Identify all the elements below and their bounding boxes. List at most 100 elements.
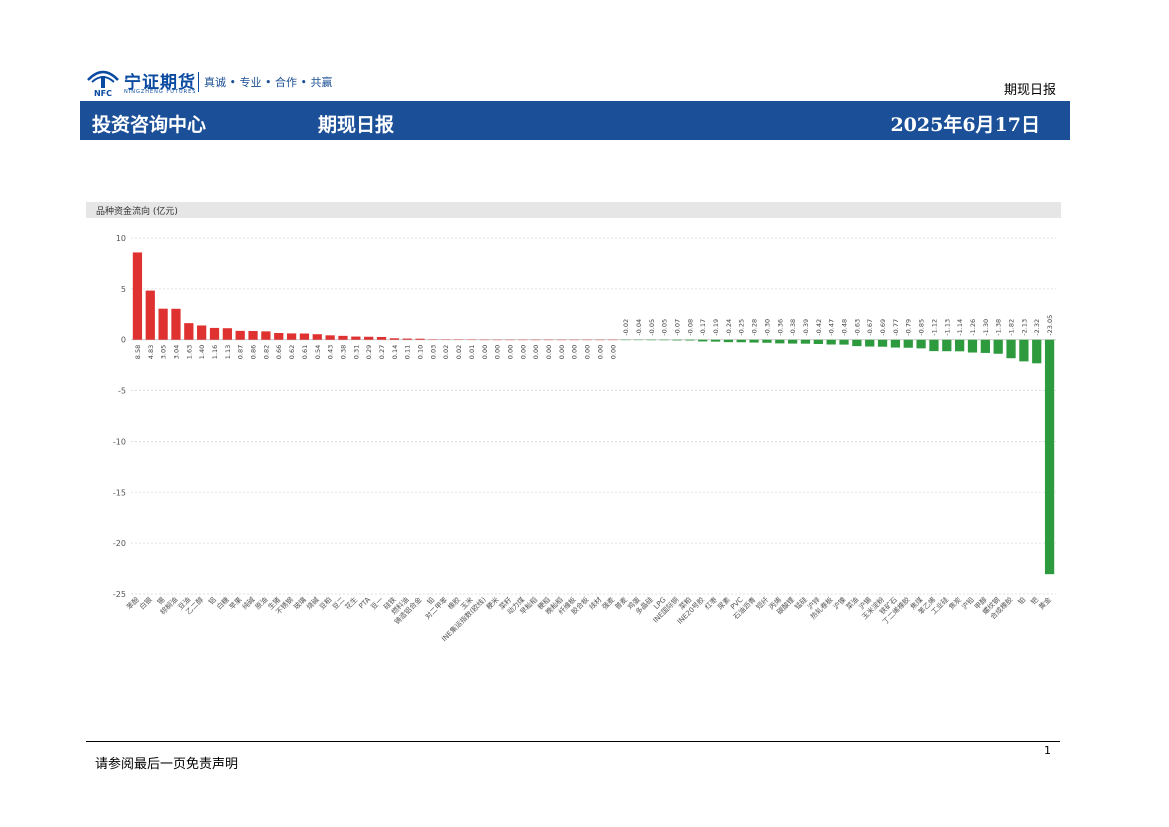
data-label: 0.03 bbox=[429, 345, 437, 359]
bar bbox=[274, 333, 284, 340]
data-label: 0.43 bbox=[327, 345, 335, 359]
data-label: -0.38 bbox=[789, 319, 797, 336]
report-tag: 期现日报 bbox=[1003, 83, 1056, 98]
bar bbox=[788, 339, 798, 344]
x-category-label: 苹果 bbox=[227, 595, 243, 611]
data-label: 0.00 bbox=[481, 345, 489, 359]
bar bbox=[261, 331, 271, 340]
data-label: 0.14 bbox=[391, 345, 399, 359]
data-label: 0.00 bbox=[558, 345, 566, 359]
data-label: -0.48 bbox=[841, 319, 849, 336]
x-category-label: 白银 bbox=[137, 595, 153, 611]
bar bbox=[852, 339, 862, 347]
bar bbox=[364, 336, 374, 340]
data-label: -0.02 bbox=[622, 319, 630, 336]
title-banner: 投资咨询中心 期现日报 2025年6月17日 bbox=[80, 101, 1070, 140]
y-tick-label: -10 bbox=[113, 437, 126, 446]
bar bbox=[248, 330, 258, 340]
data-label: 0.29 bbox=[365, 345, 373, 359]
bar bbox=[723, 339, 734, 343]
bar bbox=[299, 333, 310, 340]
data-label: 0.00 bbox=[506, 345, 514, 359]
page-number: 1 bbox=[1044, 744, 1051, 757]
data-label: -0.05 bbox=[648, 319, 656, 336]
data-label: 0.00 bbox=[494, 345, 502, 359]
data-label: 0.00 bbox=[609, 345, 617, 359]
data-label: -0.08 bbox=[686, 319, 694, 336]
data-label: -0.19 bbox=[712, 319, 720, 336]
data-label: 0.82 bbox=[262, 345, 270, 359]
bar bbox=[903, 339, 913, 348]
data-label: -23.05 bbox=[1046, 315, 1054, 336]
data-label: -1.14 bbox=[956, 319, 964, 336]
data-label: 0.00 bbox=[532, 345, 540, 359]
logo-mark-icon: NFC bbox=[87, 70, 119, 98]
data-label: -1.38 bbox=[995, 319, 1003, 336]
data-label: -0.04 bbox=[635, 319, 643, 336]
data-label: 0.00 bbox=[519, 345, 527, 359]
bar bbox=[338, 335, 348, 340]
data-label: -0.69 bbox=[879, 319, 887, 336]
data-label: 4.83 bbox=[147, 345, 155, 359]
bar bbox=[184, 323, 194, 340]
bar bbox=[376, 336, 387, 340]
x-category-label: 花生 bbox=[343, 595, 359, 611]
bar bbox=[171, 308, 181, 340]
data-label: -0.17 bbox=[699, 319, 707, 336]
x-category-label: 沪镍 bbox=[831, 595, 847, 611]
footer-disclaimer: 请参阅最后一页免责声明 bbox=[95, 757, 239, 772]
bar bbox=[710, 339, 721, 342]
data-label: -0.79 bbox=[905, 319, 913, 336]
data-label: 8.58 bbox=[134, 345, 142, 359]
data-label: 1.16 bbox=[211, 345, 219, 359]
data-label: -0.39 bbox=[802, 319, 810, 336]
data-label: -0.24 bbox=[725, 319, 733, 336]
data-label: -0.47 bbox=[828, 319, 836, 336]
x-category-label: 白糖 bbox=[215, 595, 231, 611]
bar bbox=[736, 339, 746, 343]
bar bbox=[826, 339, 836, 345]
x-category-label: 豆一 bbox=[369, 596, 385, 612]
y-tick-label: -15 bbox=[113, 488, 126, 497]
data-label: 0.86 bbox=[250, 345, 258, 359]
data-label: -0.85 bbox=[918, 319, 926, 336]
data-label: 0.10 bbox=[417, 345, 425, 359]
x-category-label: 橡胶 bbox=[446, 595, 462, 611]
bar bbox=[955, 339, 965, 352]
x-category-label: 短纤 bbox=[754, 595, 770, 611]
bar bbox=[132, 252, 143, 340]
bar bbox=[775, 339, 785, 344]
data-label: -0.07 bbox=[674, 319, 682, 336]
bar bbox=[235, 330, 245, 340]
bar bbox=[762, 339, 772, 343]
logo-english-name: NINGZHENG FUTURES bbox=[124, 89, 197, 95]
logo-mark-text: NFC bbox=[94, 89, 112, 98]
data-label: -1.30 bbox=[982, 319, 990, 336]
data-label: 0.02 bbox=[455, 345, 463, 359]
bar bbox=[197, 325, 207, 340]
bar bbox=[145, 290, 155, 340]
data-label: 0.62 bbox=[288, 345, 296, 359]
x-category-label: 烧碱 bbox=[304, 595, 320, 611]
bar bbox=[942, 339, 952, 352]
x-category-label: 铂 bbox=[1016, 595, 1027, 606]
bar bbox=[749, 339, 759, 343]
data-label: 0.38 bbox=[339, 345, 347, 359]
bar bbox=[865, 339, 875, 347]
bar bbox=[209, 327, 220, 340]
data-label: 0.87 bbox=[237, 345, 245, 359]
x-category-label: 红枣 bbox=[703, 595, 719, 611]
data-label: 0.31 bbox=[352, 345, 360, 359]
bar bbox=[222, 328, 232, 340]
bar bbox=[286, 333, 297, 340]
x-category-label: 玻璃 bbox=[292, 595, 308, 611]
data-label: -0.42 bbox=[815, 319, 823, 336]
bar bbox=[659, 339, 669, 341]
bar bbox=[839, 339, 849, 345]
bar bbox=[415, 338, 425, 340]
bar bbox=[312, 334, 322, 340]
banner-date: 2025年6月17日 bbox=[890, 114, 1040, 136]
bar bbox=[877, 339, 888, 347]
x-category-label: 强麦 bbox=[600, 595, 616, 611]
data-label: 0.02 bbox=[442, 345, 450, 359]
